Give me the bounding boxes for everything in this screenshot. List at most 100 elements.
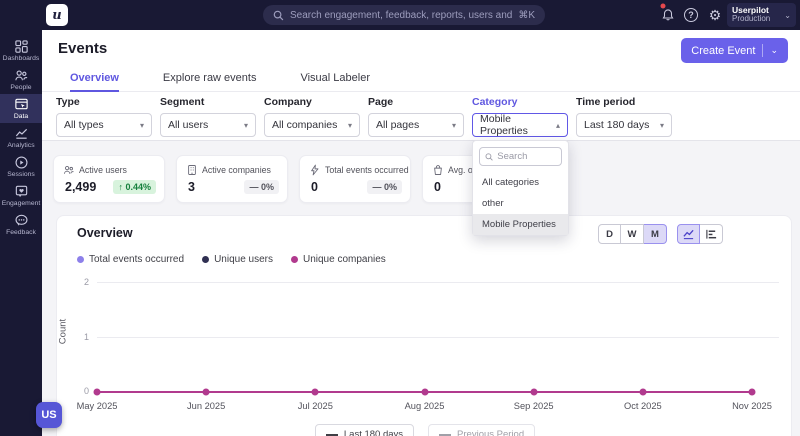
feedback-icon [14, 214, 28, 226]
x-tick: Jun 2025 [187, 401, 226, 411]
chart-title: Overview [77, 226, 133, 240]
sidebar-item-label: Analytics [7, 142, 35, 149]
create-event-button[interactable]: Create Event ⌄ [681, 38, 788, 63]
legend-dot [77, 256, 84, 263]
sidebar-item-data[interactable]: Data [0, 94, 42, 123]
button-divider [762, 44, 764, 57]
chevron-up-icon: ▴ [555, 120, 560, 130]
gridline [97, 282, 779, 283]
data-point[interactable] [530, 388, 538, 396]
locale-badge[interactable]: US [36, 402, 62, 428]
filter-company: Company All companies ▾ [264, 96, 360, 137]
y-tick: 0 [83, 386, 89, 396]
search-icon [485, 152, 493, 161]
category-search-input[interactable] [497, 151, 556, 162]
data-point[interactable] [93, 388, 101, 396]
filter-time-period-label: Time period [576, 96, 636, 108]
bar-chart-button[interactable] [700, 224, 723, 244]
legend-unique-users[interactable]: Unique users [202, 254, 273, 265]
search-shortcut: ⌘K [518, 9, 535, 21]
bag-icon [434, 165, 442, 175]
x-tick: Oct 2025 [623, 401, 662, 411]
userpilot-logo[interactable]: u [46, 4, 68, 26]
sidebar-item-analytics[interactable]: Analytics [0, 123, 42, 152]
dropdown-option-mobile-properties[interactable]: Mobile Properties [473, 214, 568, 235]
overview-chart-panel: Overview D W M Total events occurred Uni… [56, 215, 792, 436]
gridline [97, 337, 779, 338]
filter-category-select[interactable]: Mobile Properties ▴ [472, 113, 568, 137]
filter-segment: Segment All users ▾ [160, 96, 256, 137]
tab-overview[interactable]: Overview [70, 66, 119, 92]
workspace-switcher[interactable]: Userpilot Production ⌄ [727, 3, 796, 27]
sidebar-item-label: Sessions [7, 171, 35, 178]
stat-value: 0 [311, 180, 318, 194]
legend-unique-companies[interactable]: Unique companies [290, 254, 386, 265]
y-tick: 2 [83, 277, 89, 287]
data-point[interactable] [202, 388, 210, 396]
footer-legend-label: Previous Period [457, 429, 525, 436]
notifications-bell-icon[interactable] [660, 3, 676, 23]
create-event-label: Create Event [691, 44, 756, 57]
filter-time-period-select[interactable]: Last 180 days ▾ [576, 113, 672, 137]
footer-legend-label: Last 180 days [343, 429, 404, 436]
filter-page-value: All pages [376, 119, 420, 131]
category-dropdown-search[interactable] [479, 147, 562, 166]
dropdown-option-all-categories[interactable]: All categories [473, 172, 568, 193]
sidebar-item-dashboards[interactable]: Dashboards [0, 36, 42, 65]
sidebar-item-feedback[interactable]: Feedback [0, 210, 42, 239]
help-icon[interactable]: ? [684, 8, 698, 22]
data-point[interactable] [639, 388, 647, 396]
tab-bar: Overview Explore raw events Visual Label… [42, 66, 800, 92]
filter-segment-value: All users [168, 119, 209, 131]
analytics-icon [15, 128, 27, 139]
stat-label: Active companies [202, 165, 271, 175]
chart-legend: Total events occurred Unique users Uniqu… [77, 254, 386, 265]
page-title: Events [58, 40, 108, 57]
data-point[interactable] [311, 388, 319, 396]
filter-page-select[interactable]: All pages ▾ [368, 113, 464, 137]
stat-value: 0 [434, 180, 441, 194]
global-search[interactable]: ⌘K [263, 5, 545, 25]
data-point[interactable] [421, 388, 428, 396]
dashboards-icon [14, 40, 28, 53]
stat-delta-badge: ↑ 0.44% [113, 180, 156, 194]
main-content: Events Create Event ⌄ Overview Explore r… [42, 30, 800, 436]
bar-chart-icon [705, 229, 716, 239]
solid-line-icon [325, 433, 338, 436]
stat-value: 2,499 [65, 180, 97, 194]
granularity-week-button[interactable]: W [621, 224, 644, 244]
chart-data-line [93, 388, 756, 396]
search-icon [273, 10, 284, 20]
x-tick: Aug 2025 [404, 401, 445, 411]
data-icon [14, 98, 28, 110]
granularity-day-button[interactable]: D [598, 224, 621, 244]
settings-gear-icon[interactable]: ⚙ [707, 7, 723, 23]
tab-visual-labeler[interactable]: Visual Labeler [300, 66, 370, 92]
previous-period-toggle[interactable]: Previous Period [428, 424, 536, 436]
granularity-month-button[interactable]: M [644, 224, 667, 244]
stat-card-active-users: Active users 2,499 ↑ 0.44% [53, 155, 165, 203]
data-point[interactable] [748, 388, 756, 396]
lightning-icon [311, 164, 319, 176]
line-chart-button[interactable] [677, 224, 700, 244]
sidebar-item-sessions[interactable]: Sessions [0, 152, 42, 181]
filter-company-select[interactable]: All companies ▾ [264, 113, 360, 137]
filter-segment-select[interactable]: All users ▾ [160, 113, 256, 137]
filter-type-select[interactable]: All types ▾ [56, 113, 152, 137]
legend-label: Unique users [214, 254, 273, 265]
sidebar-nav: Dashboards People Data Analytics Session… [0, 30, 42, 436]
chevron-down-icon[interactable]: ⌄ [770, 45, 778, 56]
sidebar-item-engagement[interactable]: Engagement [0, 181, 42, 210]
filter-page-label: Page [368, 96, 394, 108]
tab-explore-raw-events[interactable]: Explore raw events [163, 66, 257, 92]
filter-time-period-value: Last 180 days [584, 119, 650, 131]
dropdown-option-other[interactable]: other [473, 193, 568, 214]
last-180-days-toggle[interactable]: Last 180 days [314, 424, 415, 436]
search-input[interactable] [290, 9, 513, 21]
filter-type: Type All types ▾ [56, 96, 152, 137]
chevron-down-icon: ▾ [139, 120, 144, 130]
legend-dot [202, 256, 210, 263]
stat-delta-badge: — 0% [367, 180, 402, 194]
legend-total-events[interactable]: Total events occurred [77, 254, 184, 265]
sidebar-item-people[interactable]: People [0, 65, 42, 94]
